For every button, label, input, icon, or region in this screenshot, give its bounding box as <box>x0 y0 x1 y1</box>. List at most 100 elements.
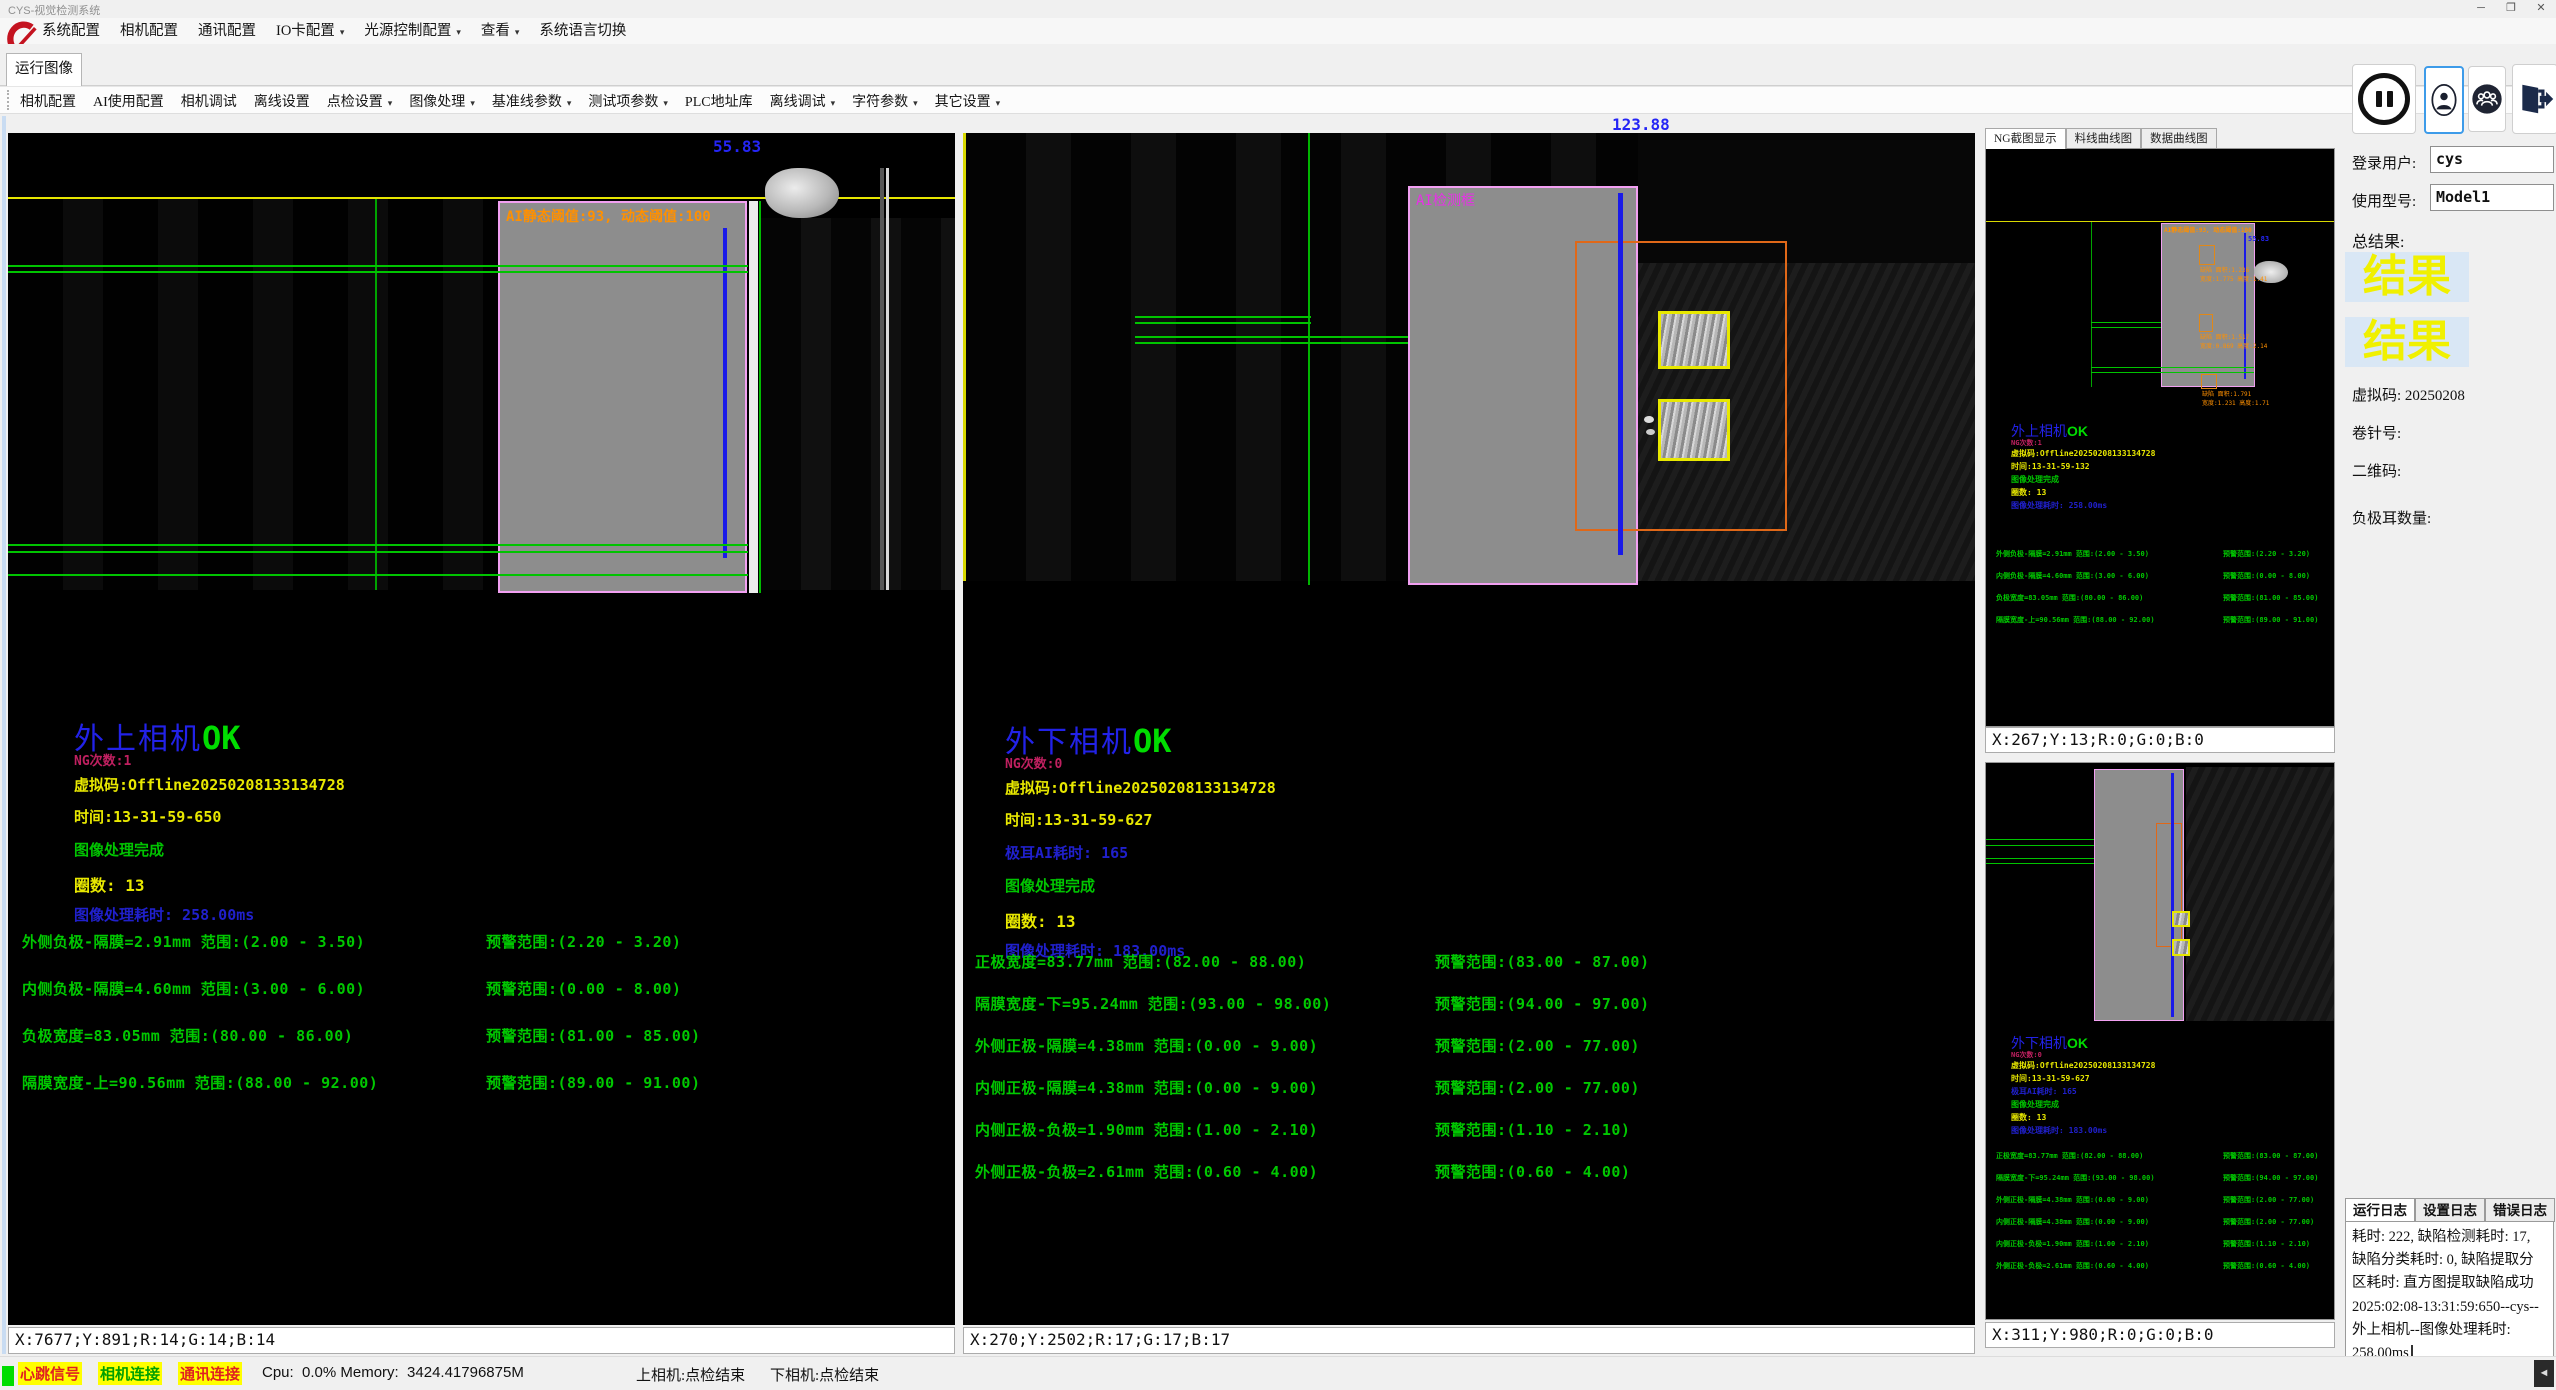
current-user-button[interactable] <box>2424 66 2464 134</box>
user-management-button[interactable] <box>2468 66 2506 132</box>
measurement-warning-range: 预警范围:(94.00 - 97.00) <box>2223 1173 2318 1183</box>
measurement-value: 外侧正极-隔膜=4.38mm 范围:(0.00 - 9.00) <box>975 1035 1318 1056</box>
tab-data-curve[interactable]: 数据曲线图 <box>2141 128 2217 149</box>
model-input[interactable]: Model1 <box>2430 184 2554 211</box>
menu-item-camera-config[interactable]: 相机配置 <box>120 19 178 40</box>
toolbar-camera-debug[interactable]: 相机调试 <box>181 91 237 111</box>
log-tabs: 运行日志 设置日志 错误日志 <box>2345 1198 2555 1222</box>
heartbeat-status-badge: 心跳信号 <box>18 1362 82 1385</box>
virtual-code-value: 虚拟码: 20250208 <box>2352 384 2465 405</box>
minimize-button[interactable]: ─ <box>2466 0 2496 17</box>
toolbar-offline-settings[interactable]: 离线设置 <box>254 91 310 111</box>
tab-run-image[interactable]: 运行图像 <box>6 53 82 87</box>
measurement-value: 内侧负极-隔膜=4.60mm 范围:(3.00 - 6.00) <box>22 978 365 999</box>
menu-item-io-config[interactable]: IO卡配置▾ <box>276 19 344 40</box>
ng-thumbnail-lower-coords: X:311;Y:980;R:0;G:0;B:0 <box>1985 1322 2335 1348</box>
logout-button[interactable] <box>2512 64 2556 134</box>
measurement-warning-range: 预警范围:(94.00 - 97.00) <box>1435 993 1650 1014</box>
menu-item-view[interactable]: 查看▾ <box>481 19 520 40</box>
toolbar-spot-check[interactable]: 点检设置▾ <box>327 91 393 111</box>
reference-line <box>2091 367 2254 368</box>
edge-measure-line <box>723 228 727 558</box>
menu-item-comm-config[interactable]: 通讯配置 <box>198 19 256 40</box>
tab-ai-cost-label: 极耳AI耗时: 165 <box>2011 1086 2077 1097</box>
measurement-warning-range: 预警范围:(2.00 - 77.00) <box>1435 1035 1640 1056</box>
toolbar-camera-config[interactable]: 相机配置 <box>20 91 76 111</box>
app-window: CYS-视觉检测系统 ─ ❐ ✕ 系统配置 相机配置 通讯配置 IO卡配置▾ 光… <box>0 0 2556 1390</box>
toolbar-baseline-params[interactable]: 基准线参数▾ <box>492 91 572 111</box>
chevron-down-icon: ▾ <box>831 98 836 108</box>
reference-line <box>8 265 748 267</box>
process-cost-label: 图像处理耗时: 258.00ms <box>74 904 254 925</box>
time-label: 时间:13-31-59-132 <box>2011 461 2090 472</box>
pause-button[interactable] <box>2352 64 2416 134</box>
users-group-icon <box>2471 83 2503 115</box>
separator-white-strip <box>749 201 758 593</box>
measurement-value: 内侧正极-负极=1.90mm 范围:(1.00 - 2.10) <box>975 1119 1318 1140</box>
toolbar-drag-handle-icon[interactable] <box>7 90 12 110</box>
maximize-button[interactable]: ❐ <box>2496 0 2526 17</box>
process-cost-label: 图像处理耗时: 183.00ms <box>2011 1125 2107 1136</box>
process-done-label: 图像处理完成 <box>1005 875 1095 896</box>
menu-item-language-switch[interactable]: 系统语言切换 <box>539 19 626 40</box>
highlight-dot <box>1646 429 1655 435</box>
reference-line <box>8 271 748 273</box>
ng-count-label: NG次数:0 <box>1005 753 1062 772</box>
chevron-down-icon: ▾ <box>470 98 475 108</box>
ng-count-label: NG次数:0 <box>2011 1050 2042 1060</box>
login-user-label: 登录用户: <box>2352 152 2416 173</box>
scroll-left-arrow-icon[interactable]: ◄ <box>2534 1360 2554 1387</box>
reference-line-vertical <box>2091 222 2092 387</box>
process-cost-label: 图像处理耗时: 258.00ms <box>2011 500 2107 511</box>
measurement-warning-range: 预警范围:(0.00 - 8.00) <box>486 978 681 999</box>
edge-value-label: 55.83 <box>713 137 761 156</box>
right-camera-pixel-coords: X:270;Y:2502;R:17;G:17;B:17 <box>963 1327 1975 1354</box>
measurement-warning-range: 预警范围:(81.00 - 85.00) <box>2223 593 2318 603</box>
chevron-down-icon: ▾ <box>913 98 918 108</box>
tab-error-log[interactable]: 错误日志 <box>2485 1198 2555 1222</box>
run-indicator <box>2 1366 14 1386</box>
defect-search-orange-box <box>2156 823 2182 947</box>
image-band-bright <box>886 168 889 590</box>
edge-value-label: 123.88 <box>1612 115 1670 134</box>
result-badge-upper: 结果 <box>2345 252 2469 302</box>
measurement-warning-range: 预警范围:(2.00 - 77.00) <box>2223 1217 2314 1227</box>
tab-run-log[interactable]: 运行日志 <box>2345 1198 2415 1222</box>
menu-item-light-config[interactable]: 光源控制配置▾ <box>364 19 461 40</box>
measurement-warning-range: 预警范围:(0.60 - 4.00) <box>1435 1161 1630 1182</box>
toolbar-ai-config[interactable]: AI使用配置 <box>93 91 164 111</box>
tab-ai-cost-label: 极耳AI耗时: 165 <box>1005 842 1128 863</box>
right-camera-view[interactable]: AI检测框 外下相机OK NG次数:0 虚拟码:Offline202502081… <box>963 133 1975 1325</box>
defect-box <box>2199 314 2213 332</box>
ng-thumbnail-lower[interactable]: 外下相机OK NG次数:0 虚拟码:Offline202502081331347… <box>1985 762 2335 1320</box>
ng-thumbnail-upper[interactable]: AI静态阈值:93, 动态阈值:100 55.83 缺陷 面积:1.236宽度:… <box>1985 148 2335 727</box>
chevron-down-icon: ▾ <box>388 98 393 108</box>
tab-settings-log[interactable]: 设置日志 <box>2415 1198 2485 1222</box>
toolbar-other-settings[interactable]: 其它设置▾ <box>935 91 1001 111</box>
left-camera-pixel-coords: X:7677;Y:891;R:14;G:14;B:14 <box>8 1327 955 1354</box>
measurement-warning-range: 预警范围:(81.00 - 85.00) <box>486 1025 701 1046</box>
virtual-code-label: 虚拟码:Offline20250208133134728 <box>2011 448 2155 459</box>
exit-door-icon <box>2516 80 2554 118</box>
weld-spatter-blob <box>765 168 839 218</box>
reference-line <box>2091 327 2161 328</box>
virtual-code-label: 虚拟码:Offline20250208133134728 <box>74 774 345 795</box>
model-label: 使用型号: <box>2352 190 2416 211</box>
toolbar-char-params[interactable]: 字符参数▾ <box>852 91 918 111</box>
login-user-input[interactable]: cys <box>2430 146 2554 173</box>
toolbar-image-processing[interactable]: 图像处理▾ <box>409 91 475 111</box>
tab-ng-screenshot[interactable]: NG截图显示 <box>1985 128 2066 149</box>
menu-item-system-config[interactable]: 系统配置 <box>42 19 100 40</box>
user-icon <box>2430 82 2458 118</box>
measurement-warning-range: 预警范围:(0.00 - 8.00) <box>2223 571 2310 581</box>
toolbar-test-params[interactable]: 测试项参数▾ <box>588 91 668 111</box>
time-label: 时间:13-31-59-627 <box>2011 1073 2090 1084</box>
toolbar-plc-library[interactable]: PLC地址库 <box>685 91 753 111</box>
tab-material-curve[interactable]: 料线曲线图 <box>2066 128 2142 149</box>
toolbar-items: 相机配置 AI使用配置 相机调试 离线设置 点检设置▾ 图像处理▾ 基准线参数▾… <box>20 91 1000 111</box>
close-button[interactable]: ✕ <box>2526 0 2556 17</box>
left-camera-view[interactable]: AI静态阈值:93, 动态阈值:100 55.83 外上相机OK NG次数:1 … <box>8 133 955 1325</box>
defect-label: 缺陷 面积:1.517宽度:0.869 高度:2.14 <box>2200 332 2267 350</box>
window-title: CYS-视觉检测系统 <box>8 2 100 18</box>
toolbar-offline-debug[interactable]: 离线调试▾ <box>770 91 836 111</box>
